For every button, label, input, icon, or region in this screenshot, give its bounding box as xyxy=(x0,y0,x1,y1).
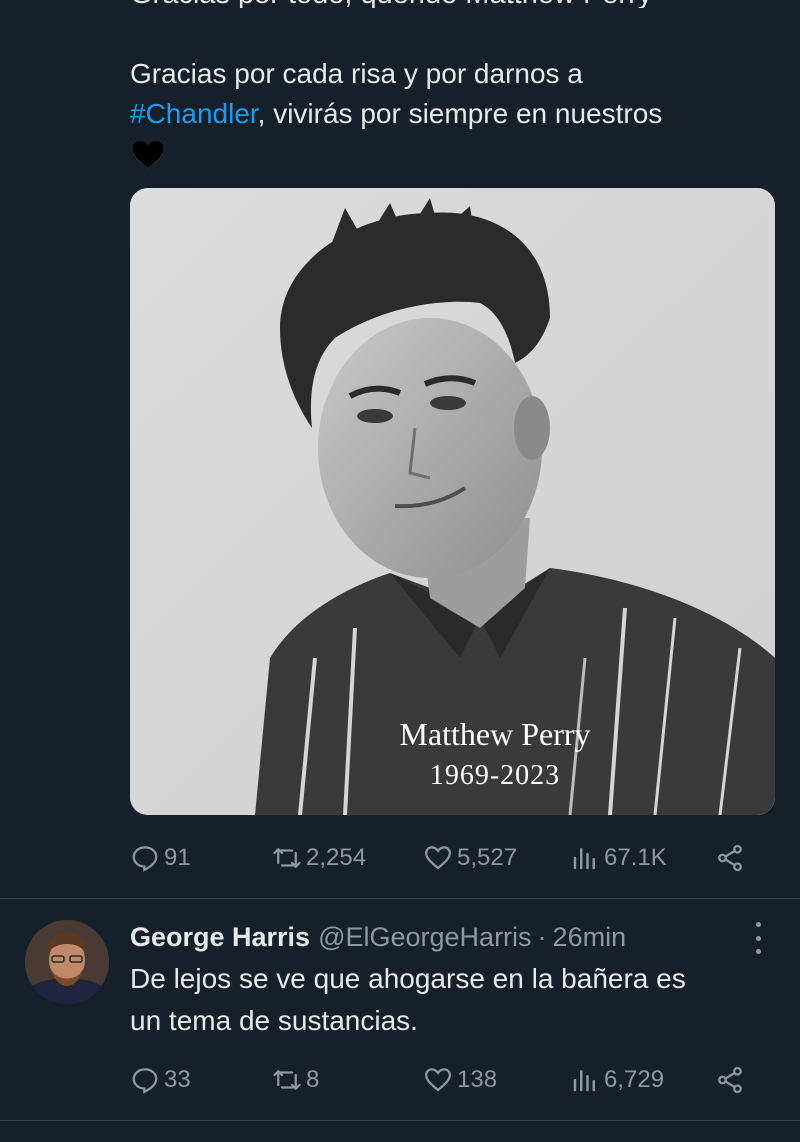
media-caption-years: 1969-2023 xyxy=(429,760,561,791)
reply-text-line1: De lejos se ve que ahogarse en la bañera… xyxy=(130,963,686,994)
tweet-text-line2: #Chandler, vivirás por siempre en nuestr… xyxy=(130,94,770,134)
share-icon xyxy=(718,844,742,872)
views-chart-icon xyxy=(573,1070,595,1092)
reply-like-count: 138 xyxy=(457,1066,498,1093)
reply-header: George Harris @ElGeorgeHarris · 26min xyxy=(130,918,750,956)
black-heart-icon xyxy=(131,139,165,170)
views-chart-icon xyxy=(573,848,595,870)
tweet-text-line3 xyxy=(130,134,770,174)
reply-text: De lejos se ve que ahogarse en la bañera… xyxy=(130,958,770,1042)
divider-top xyxy=(0,898,800,899)
retweet-icon xyxy=(273,848,301,868)
reply-icon xyxy=(132,1068,158,1094)
like-count: 5,527 xyxy=(457,844,518,871)
reply-share-button[interactable] xyxy=(715,1060,749,1100)
reply-timestamp[interactable]: 26min xyxy=(553,922,627,953)
reply-button[interactable]: 91 xyxy=(130,838,191,878)
hashtag-link[interactable]: #Chandler xyxy=(130,98,258,129)
heart-outline-icon xyxy=(424,1068,452,1092)
tweet-action-bar: 91 2,254 5,527 67.1K xyxy=(130,838,750,878)
reply-author-handle[interactable]: @ElGeorgeHarris xyxy=(318,922,531,953)
reply-icon xyxy=(132,846,158,872)
previous-line-cutoff: Gracias por todo, querido Matthew Perry xyxy=(130,0,650,8)
reply-retweet-button[interactable]: 8 xyxy=(272,1060,319,1100)
reply-reply-count: 33 xyxy=(164,1066,191,1093)
views-button[interactable]: 67.1K xyxy=(570,838,667,878)
views-count: 67.1K xyxy=(604,844,667,871)
media-caption-name: Matthew Perry xyxy=(399,716,591,752)
reply-text-line2: un tema de sustancias. xyxy=(130,1005,418,1036)
share-icon xyxy=(718,1066,742,1094)
retweet-count: 2,254 xyxy=(306,844,367,871)
reply-author-name[interactable]: George Harris xyxy=(130,922,310,953)
reply-like-button[interactable]: 138 xyxy=(423,1060,497,1100)
divider-bottom xyxy=(0,1120,800,1121)
retweet-button[interactable]: 2,254 xyxy=(272,838,366,878)
reply-count: 91 xyxy=(164,844,191,871)
tweet-text: Gracias por cada risa y por darnos a #Ch… xyxy=(130,54,770,174)
tweet-text-line2-rest: , vivirás por siempre en nuestros xyxy=(257,98,663,129)
retweet-icon xyxy=(273,1070,301,1090)
cutoff-text: Gracias por todo, querido Matthew Perry xyxy=(130,0,650,8)
heart-outline-icon xyxy=(424,846,452,870)
more-options-icon[interactable] xyxy=(748,922,768,954)
reply-separator: · xyxy=(537,921,547,952)
reply-action-bar: 33 8 138 6,729 xyxy=(130,1060,750,1100)
tweet-text-line1: Gracias por cada risa y por darnos a xyxy=(130,58,583,89)
avatar-photo xyxy=(25,920,109,1004)
like-button[interactable]: 5,527 xyxy=(423,838,517,878)
avatar[interactable] xyxy=(25,920,109,1004)
reply-retweet-count: 8 xyxy=(306,1066,320,1093)
reply-reply-button[interactable]: 33 xyxy=(130,1060,191,1100)
share-button[interactable] xyxy=(715,838,749,878)
reply-views-button[interactable]: 6,729 xyxy=(570,1060,664,1100)
reply-views-count: 6,729 xyxy=(604,1066,665,1093)
tweet-media-image[interactable]: Matthew Perry 1969-2023 xyxy=(130,188,775,815)
